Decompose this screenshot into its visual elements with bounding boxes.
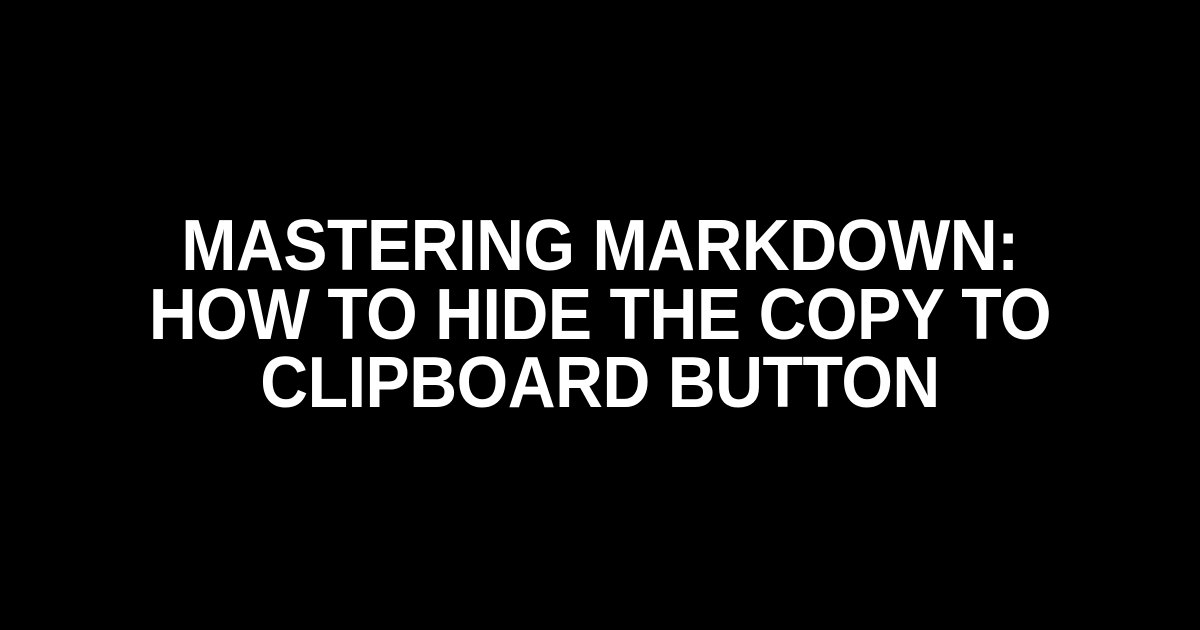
page-title: Mastering Markdown: How to Hide the Copy… [48, 212, 1152, 417]
